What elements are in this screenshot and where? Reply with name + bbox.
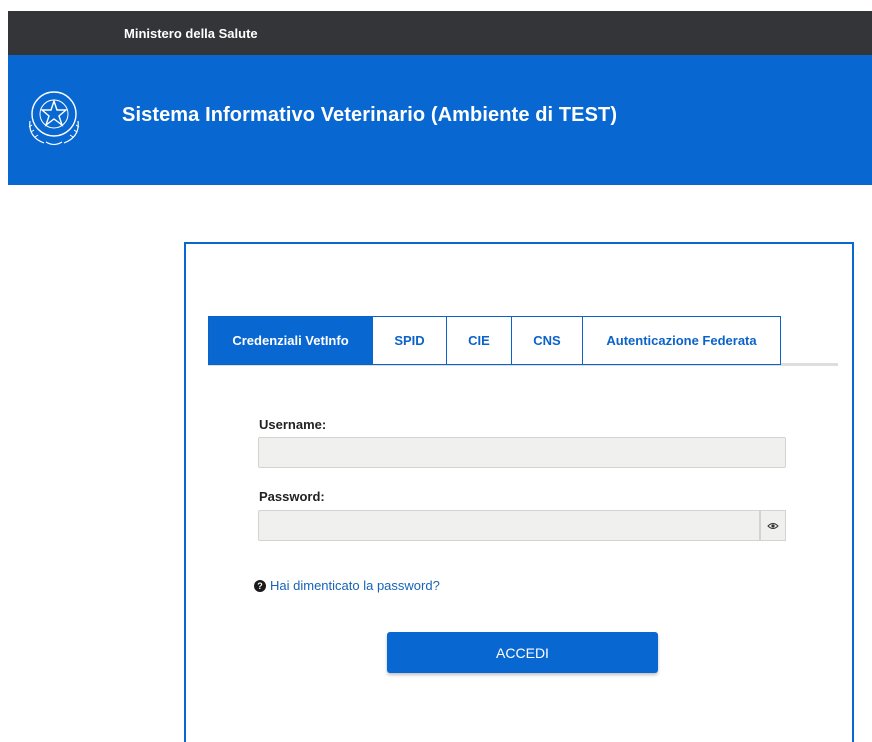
page-title: Sistema Informativo Veterinario (Ambient…	[122, 104, 618, 126]
tab-spid[interactable]: SPID	[373, 316, 447, 365]
username-label: Username:	[259, 417, 327, 432]
forgot-password-link[interactable]: ? Hai dimenticato la password?	[254, 578, 440, 593]
tab-credenziali-vetinfo[interactable]: Credenziali VetInfo	[208, 316, 373, 365]
password-label: Password:	[259, 489, 325, 504]
top-bar: Ministero della Salute	[8, 11, 872, 55]
tab-autenticazione-federata[interactable]: Autenticazione Federata	[583, 316, 781, 365]
password-input[interactable]	[258, 510, 760, 541]
tab-cns[interactable]: CNS	[512, 316, 583, 365]
italian-republic-emblem-icon	[28, 91, 80, 146]
tab-cie[interactable]: CIE	[447, 316, 512, 365]
ministry-name: Ministero della Salute	[124, 26, 258, 41]
forgot-password-label: Hai dimenticato la password?	[270, 578, 440, 593]
login-button[interactable]: ACCEDI	[387, 632, 658, 673]
login-panel: Credenziali VetInfo SPID CIE CNS Autenti…	[184, 242, 854, 742]
auth-tabs: Credenziali VetInfo SPID CIE CNS Autenti…	[208, 316, 781, 365]
username-input[interactable]	[258, 437, 786, 468]
question-circle-icon: ?	[254, 579, 266, 592]
site-header: Sistema Informativo Veterinario (Ambient…	[8, 55, 872, 185]
eye-icon	[767, 522, 779, 529]
show-password-button[interactable]	[760, 510, 786, 541]
